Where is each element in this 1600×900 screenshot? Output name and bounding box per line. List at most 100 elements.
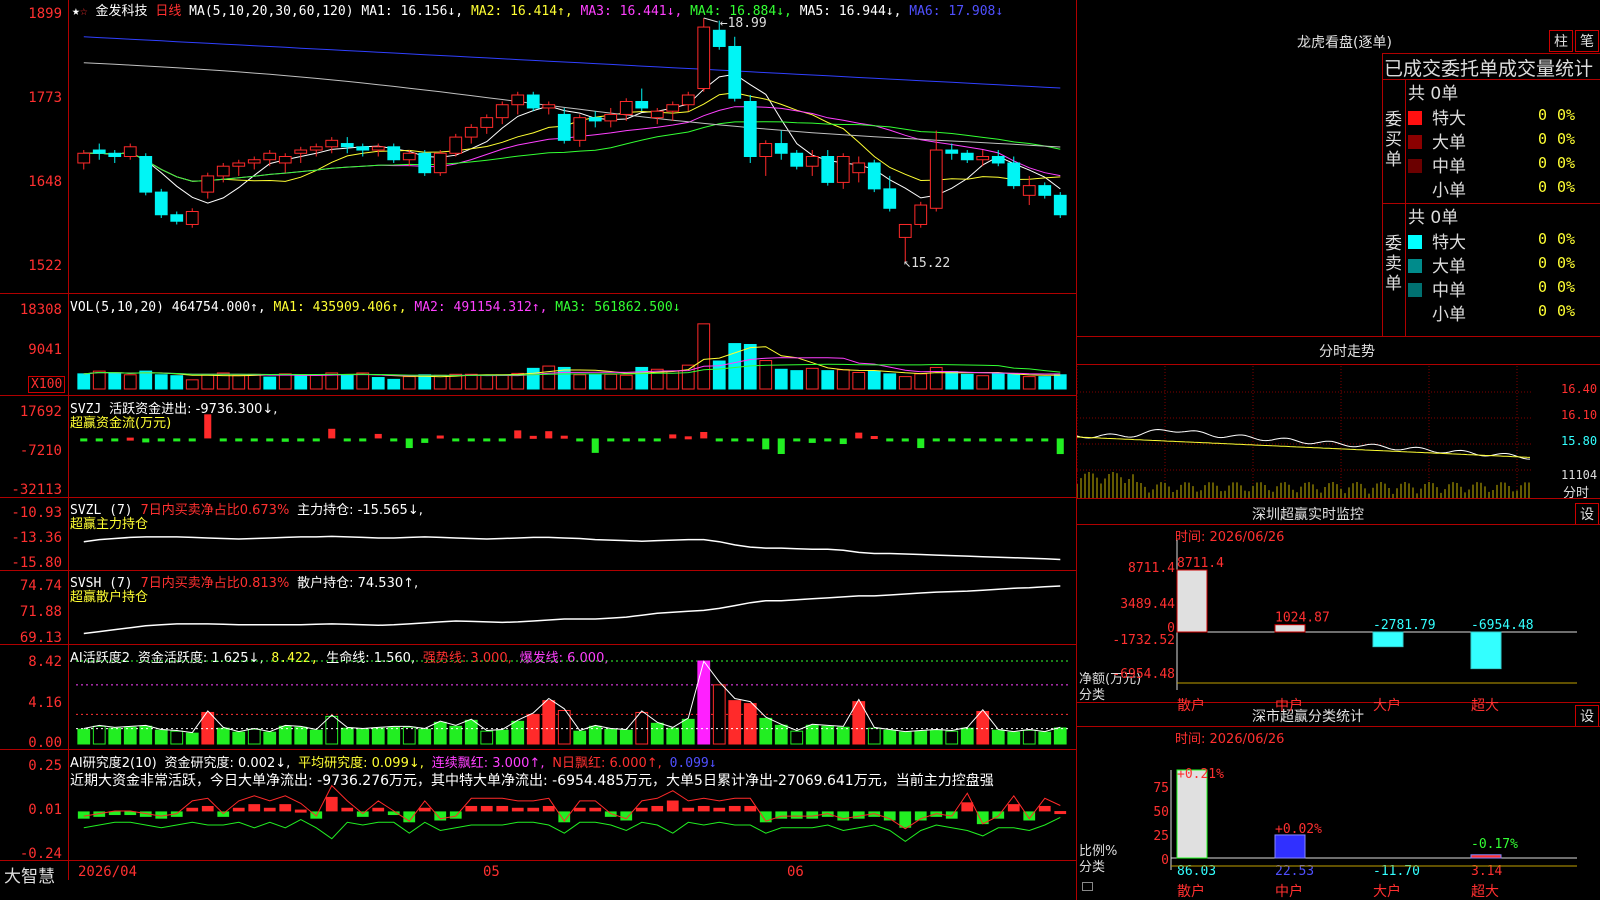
activity-bar — [836, 726, 850, 745]
candle-body — [604, 113, 618, 122]
candle-body — [356, 146, 370, 151]
candle-body — [945, 149, 959, 154]
activity-bar — [371, 727, 385, 745]
pct-change-label: -0.17% — [1471, 837, 1518, 852]
activity-bar — [511, 720, 525, 745]
research-bar — [279, 804, 292, 812]
candle-body — [526, 94, 540, 109]
flow-bar — [653, 438, 661, 442]
volume-bar — [774, 368, 788, 390]
main-holding-line — [83, 535, 1061, 561]
activity-bar — [604, 728, 618, 745]
pct-change-label: +0.02% — [1275, 822, 1322, 837]
activity-bar — [185, 732, 199, 745]
activity-bar — [805, 724, 819, 745]
activity-bar — [681, 718, 695, 745]
flow-bar — [188, 438, 196, 442]
volume-bar — [340, 374, 354, 390]
flow-bar — [886, 438, 894, 442]
research-bar — [294, 809, 307, 813]
activity-bar — [542, 700, 556, 745]
candle-body — [464, 126, 478, 138]
retail-holding-line — [83, 585, 1061, 635]
flow-bar — [111, 438, 119, 442]
volume-bar — [77, 373, 91, 390]
ma-line-6 — [83, 36, 1061, 89]
category-label: 大户 — [1373, 697, 1401, 714]
main-chart-area[interactable]: ★☆ 金发科技 日线 MA(5,10,20,30,60,120) MA1: 16… — [0, 0, 1093, 900]
volume-bar — [278, 373, 292, 390]
class-tick: 75 — [1153, 781, 1169, 796]
volume-bar — [697, 323, 711, 390]
flow-bar — [560, 435, 568, 439]
net-amount-bar — [1372, 631, 1404, 648]
research-bar — [542, 805, 555, 812]
net-amount-label: 1024.87 — [1275, 611, 1330, 626]
activity-bar — [557, 709, 571, 745]
volume-bar — [123, 374, 137, 390]
flow-bar — [963, 438, 971, 442]
category-label: 超大 — [1471, 884, 1499, 900]
candle-body — [511, 94, 525, 106]
research-bar — [480, 805, 493, 812]
research-bar — [899, 811, 912, 828]
activity-bar — [898, 731, 912, 745]
ma-line-5 — [83, 62, 1061, 148]
activity-bar — [387, 726, 401, 745]
research-bar — [992, 811, 1005, 819]
flow-bar — [467, 438, 475, 442]
volume-bar — [526, 367, 540, 390]
activity-bar — [480, 730, 494, 745]
candle-body — [139, 156, 153, 193]
volume-bar — [604, 373, 618, 390]
flow-bar — [824, 438, 832, 442]
candle-body — [201, 175, 215, 193]
activity-bar — [108, 727, 122, 745]
volume-bar — [232, 374, 246, 390]
candle-body — [185, 211, 199, 225]
volume-bar — [898, 376, 912, 390]
activity-bar — [929, 729, 943, 745]
research-bar — [341, 807, 354, 812]
candle-body — [154, 191, 168, 216]
ratio-bar — [1274, 834, 1306, 859]
flow-bar — [157, 438, 165, 442]
volume-bar — [139, 370, 153, 390]
candle-body — [294, 149, 308, 154]
flow-bar — [545, 431, 553, 439]
activity-bar — [232, 731, 246, 745]
category-label: 超大 — [1471, 698, 1499, 714]
research-bar — [465, 805, 478, 812]
activity-bar — [92, 725, 106, 745]
activity-bar — [712, 684, 726, 745]
candle-body — [247, 159, 261, 164]
volume-bar — [852, 371, 866, 390]
ma-line-3 — [83, 106, 1061, 182]
volume-bar — [681, 364, 695, 390]
research-bar — [728, 805, 741, 812]
candle-body — [1053, 194, 1067, 216]
research-bar — [697, 805, 710, 812]
flow-bar — [576, 438, 584, 442]
monitor-tick: -6954.48 — [1112, 667, 1175, 682]
flow-bar — [622, 438, 630, 442]
ratio-bar — [1470, 854, 1502, 859]
flow-bar — [312, 438, 320, 442]
candle-body — [883, 188, 897, 209]
activity-bar — [526, 713, 540, 745]
flow-bar — [1025, 438, 1033, 442]
flow-bar — [1010, 438, 1018, 442]
research-bar — [248, 804, 261, 812]
class-tick: 50 — [1153, 805, 1169, 820]
candle-body — [898, 223, 912, 238]
activity-bar — [883, 729, 897, 745]
flow-bar — [669, 434, 677, 439]
flow-bar — [607, 438, 615, 442]
candle-body — [867, 162, 881, 190]
candle-body — [681, 94, 695, 106]
candle-body — [480, 117, 494, 128]
candle-body — [1007, 162, 1021, 187]
activity-bar — [170, 730, 184, 745]
volume-bar — [495, 374, 509, 390]
flow-bar — [359, 438, 367, 442]
